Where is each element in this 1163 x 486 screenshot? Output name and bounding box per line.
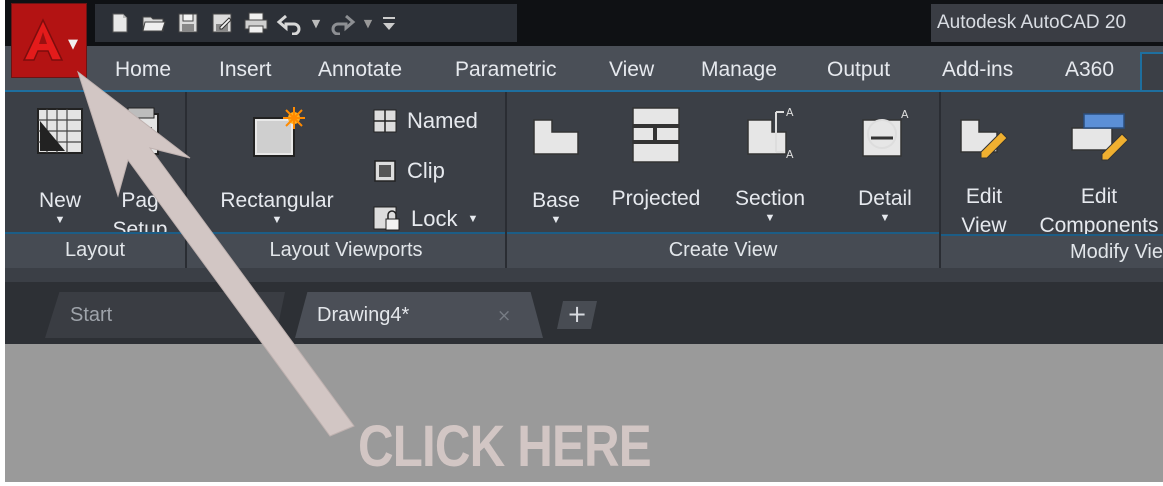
click-here-annotation: CLICK HERE bbox=[358, 414, 652, 479]
